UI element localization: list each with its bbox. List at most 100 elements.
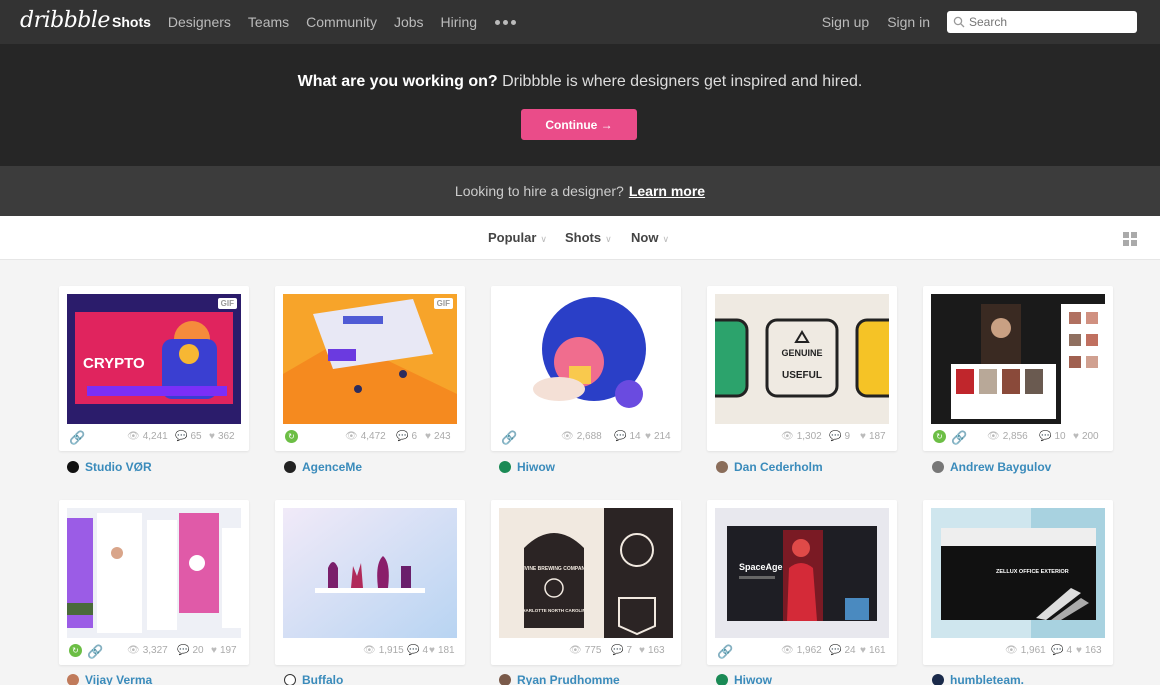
comment-icon: 💬	[407, 645, 420, 656]
comments-count: 10	[1054, 431, 1066, 442]
comments-stat: 💬 10	[1039, 431, 1066, 442]
shot-author[interactable]: AgenceMe	[284, 460, 362, 474]
views-stat: 👁 2,856	[987, 431, 1028, 442]
continue-button[interactable]: Continue →	[521, 109, 637, 140]
eye-icon: 👁	[345, 431, 358, 442]
nav-hiring[interactable]: Hiring	[441, 14, 478, 30]
heart-icon: ♥	[209, 431, 215, 442]
chevron-down-icon: ∨	[540, 234, 547, 244]
genuine-text: GENUINE	[781, 348, 822, 358]
type-filter[interactable]: Shots ∨	[565, 230, 612, 245]
heart-icon: ♥	[429, 645, 435, 656]
nav-shots[interactable]: Shots	[112, 14, 151, 30]
comments-stat: 💬 4	[1051, 645, 1072, 656]
shot-thumbnail	[67, 508, 241, 638]
banner-text: What are you working on? Dribbble is whe…	[0, 73, 1160, 91]
shot-card[interactable]: DIVINE BREWING COMPANY CHARLOTTE NORTH C…	[491, 500, 681, 665]
shot-author[interactable]: Vijay Verma	[67, 673, 152, 685]
shot-author[interactable]: Hiwow	[716, 673, 772, 685]
avatar	[67, 674, 79, 685]
likes-stat[interactable]: ♥ 181	[429, 645, 455, 656]
avatar	[716, 674, 728, 685]
likes-stat[interactable]: ♥ 187	[860, 431, 886, 442]
shot-card[interactable]: SpaceAge 🔗 👁 1,962 💬 24 ♥ 161	[707, 500, 897, 665]
shot-card[interactable]: GENUINE USEFUL 👁 1,302 💬 9 ♥ 187	[707, 286, 897, 451]
comments-count: 4	[422, 645, 429, 656]
link-icon: 🔗	[951, 430, 968, 445]
shot-card[interactable]: ↻ 🔗 👁 3,327 💬 20 ♥ 197	[59, 500, 249, 665]
nav-community[interactable]: Community	[306, 14, 377, 30]
likes-stat[interactable]: ♥ 197	[211, 645, 237, 656]
shot-author[interactable]: humbleteam.	[932, 673, 1024, 685]
rebound-icon: ↻	[69, 644, 82, 657]
shot-stats: 👁 1,961 💬 4 ♥ 163	[931, 643, 1105, 659]
grid-view-icon[interactable]	[1123, 232, 1137, 246]
shot-thumbnail	[931, 294, 1105, 424]
search-input[interactable]	[969, 15, 1129, 29]
likes-stat[interactable]: ♥ 161	[860, 645, 886, 656]
heart-icon: ♥	[860, 645, 866, 656]
shot-author[interactable]: Buffalo	[284, 673, 343, 685]
shot-author[interactable]: Ryan Prudhomme	[499, 673, 620, 685]
signup-link[interactable]: Sign up	[822, 14, 869, 30]
avatar	[932, 674, 944, 685]
shot-stats: 👁 1,915 💬 4 ♥ 181	[283, 643, 457, 659]
shot-card[interactable]: 🔗 👁 2,688 💬 14 ♥ 214	[491, 286, 681, 451]
shot-card[interactable]: GIF ↻ 👁 4,472 💬 6 ♥ 243	[275, 286, 465, 451]
more-icon[interactable]	[495, 19, 517, 25]
shot-card[interactable]: ZELLUX OFFICE EXTERIOR 👁 1,961 💬 4 ♥ 163	[923, 500, 1113, 665]
author-name: Buffalo	[302, 673, 344, 685]
shot-thumbnail	[499, 294, 673, 424]
comment-icon: 💬	[611, 645, 624, 656]
likes-stat[interactable]: ♥ 163	[639, 645, 665, 656]
shot-card[interactable]: 👁 1,915 💬 4 ♥ 181	[275, 500, 465, 665]
avatar	[284, 461, 296, 473]
views-stat: 👁 1,961	[1005, 645, 1046, 656]
rebound-icon: ↻	[285, 430, 298, 443]
dribbble-logo[interactable]: dribbble	[20, 8, 110, 33]
chevron-down-icon: ∨	[605, 234, 612, 244]
nav-teams[interactable]: Teams	[248, 14, 289, 30]
likes-stat[interactable]: ♥ 362	[209, 431, 235, 442]
shot-stats: ↻ 🔗 👁 2,856 💬 10 ♥ 200	[931, 429, 1105, 445]
zellux-text: ZELLUX OFFICE EXTERIOR	[996, 569, 1069, 575]
search-box[interactable]	[947, 11, 1137, 33]
eye-icon: 👁	[781, 431, 794, 442]
shot-author[interactable]: Hiwow	[499, 460, 555, 474]
shot-author[interactable]: Dan Cederholm	[716, 460, 823, 474]
learn-more-link[interactable]: Learn more	[629, 183, 705, 199]
time-filter[interactable]: Now ∨	[631, 230, 669, 245]
author-name: Ryan Prudhomme	[517, 673, 620, 685]
comments-stat: 💬 14	[614, 431, 641, 442]
signup-banner: What are you working on? Dribbble is whe…	[0, 44, 1160, 166]
avatar	[284, 674, 296, 685]
views-stat: 👁 4,241	[127, 431, 168, 442]
shot-card[interactable]: CRYPTO GIF 🔗 👁 4,241 💬 65 ♥ 362	[59, 286, 249, 451]
shot-author[interactable]: Studio VØR	[67, 460, 152, 474]
views-count: 1,961	[1020, 645, 1046, 656]
likes-count: 362	[217, 431, 235, 442]
useful-text: USEFUL	[782, 370, 822, 381]
likes-stat[interactable]: ♥ 243	[425, 431, 451, 442]
comments-count: 24	[844, 645, 856, 656]
spaceage-title: SpaceAge	[739, 562, 783, 572]
avatar	[499, 674, 511, 685]
heart-icon: ♥	[1073, 431, 1079, 442]
gif-badge: GIF	[217, 298, 237, 309]
nav-designers[interactable]: Designers	[168, 14, 231, 30]
shot-author[interactable]: Andrew Baygulov	[932, 460, 1051, 474]
charlotte-text: CHARLOTTE NORTH CAROLINA	[519, 608, 590, 613]
shot-card[interactable]: ↻ 🔗 👁 2,856 💬 10 ♥ 200	[923, 286, 1113, 451]
sort-filter[interactable]: Popular ∨	[488, 230, 547, 245]
likes-stat[interactable]: ♥ 163	[1076, 645, 1102, 656]
likes-stat[interactable]: ♥ 200	[1073, 431, 1099, 442]
views-stat: 👁 3,327	[127, 645, 168, 656]
avatar	[67, 461, 79, 473]
views-count: 2,856	[1002, 431, 1028, 442]
signin-link[interactable]: Sign in	[887, 14, 930, 30]
views-stat: 👁 4,472	[345, 431, 386, 442]
likes-stat[interactable]: ♥ 214	[645, 431, 671, 442]
views-stat: 👁 775	[569, 645, 601, 656]
search-icon	[953, 16, 965, 28]
nav-jobs[interactable]: Jobs	[394, 14, 424, 30]
